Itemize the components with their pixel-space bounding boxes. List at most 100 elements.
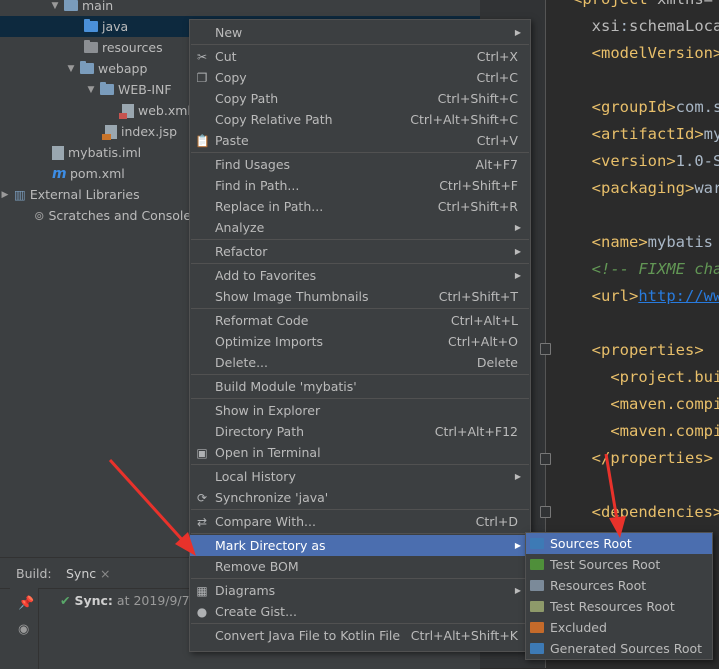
- code-line[interactable]: <dependencies>: [573, 503, 719, 521]
- code-line[interactable]: <groupId>com.so: [573, 98, 719, 116]
- menu-item-copy[interactable]: ❐ Copy Ctrl+C: [190, 67, 530, 88]
- menu-item-add-to-favorites[interactable]: Add to Favorites ▶: [190, 265, 530, 286]
- expand-arrow-icon[interactable]: ▼: [66, 64, 76, 74]
- pin-icon[interactable]: 📌: [18, 596, 34, 611]
- menu-item-mark-directory-as[interactable]: Mark Directory as ▶: [190, 535, 530, 556]
- fold-marker-icon[interactable]: [540, 506, 551, 518]
- menu-item-label: Copy: [215, 70, 247, 85]
- code-line[interactable]: <version>1.0-SN: [573, 152, 719, 170]
- code-line[interactable]: <!-- FIXME chan: [573, 260, 719, 278]
- submenu-item-test-resources-root[interactable]: Test Resources Root: [526, 596, 712, 617]
- copy-icon: ❐: [196, 70, 208, 85]
- menu-item-delete[interactable]: Delete... Delete: [190, 352, 530, 373]
- code-line[interactable]: xsi:schemaLocati: [573, 17, 719, 35]
- menu-item-label: Convert Java File to Kotlin File: [215, 628, 401, 643]
- code-line[interactable]: <maven.compil: [573, 422, 719, 440]
- tree-item-label: mybatis.iml: [68, 145, 142, 160]
- menu-separator: [191, 578, 529, 579]
- menu-item-replace-in-path[interactable]: Replace in Path... Ctrl+Shift+R: [190, 196, 530, 217]
- folder-icon: [530, 580, 544, 591]
- open-in-terminal-icon: ▣: [196, 445, 208, 460]
- menu-item-paste[interactable]: 📋 Paste Ctrl+V: [190, 130, 530, 151]
- menu-item-label: New: [215, 25, 243, 40]
- menu-item-diagrams[interactable]: ▦ Diagrams ▶: [190, 580, 530, 601]
- code-line[interactable]: <packaging>war<: [573, 179, 719, 197]
- menu-item-shortcut: Ctrl+D: [475, 514, 518, 529]
- fold-marker-icon[interactable]: [540, 343, 551, 355]
- menu-item-show-image-thumbnails[interactable]: Show Image Thumbnails Ctrl+Shift+T: [190, 286, 530, 307]
- menu-item-new[interactable]: New ▶: [190, 22, 530, 43]
- context-menu: New ▶ ✂ Cut Ctrl+X ❐ Copy Ctrl+C Copy Path Ctrl+S…: [189, 19, 531, 652]
- scratch-icon: ⊚: [34, 208, 45, 223]
- submenu-item-resources-root[interactable]: Resources Root: [526, 575, 712, 596]
- menu-separator: [191, 533, 529, 534]
- code-line[interactable]: <properties>: [573, 341, 704, 359]
- menu-item-shortcut: Alt+F7: [475, 157, 518, 172]
- menu-item-remove-bom[interactable]: Remove BOM: [190, 556, 530, 577]
- tab-sync[interactable]: Sync: [66, 566, 96, 581]
- code-line[interactable]: <modelVersion>4: [573, 44, 719, 62]
- menu-item-compare-with[interactable]: ⇄ Compare With... Ctrl+D: [190, 511, 530, 532]
- menu-item-shortcut: Delete: [476, 355, 518, 370]
- menu-item-open-in-terminal[interactable]: ▣ Open in Terminal: [190, 442, 530, 463]
- code-line[interactable]: </properties>: [573, 449, 713, 467]
- menu-item-analyze[interactable]: Analyze ▶: [190, 217, 530, 238]
- menu-item-label: Cut: [215, 49, 237, 64]
- tree-item-label: java: [102, 19, 129, 34]
- submenu-item-label: Test Resources Root: [550, 599, 675, 614]
- submenu-item-generated-sources-root[interactable]: Generated Sources Root: [526, 638, 712, 659]
- menu-item-label: Find Usages: [215, 157, 291, 172]
- menu-item-local-history[interactable]: Local History ▶: [190, 466, 530, 487]
- menu-item-optimize-imports[interactable]: Optimize Imports Ctrl+Alt+O: [190, 331, 530, 352]
- menu-item-convert-java-file-to-kotlin-file[interactable]: Convert Java File to Kotlin File Ctrl+Alt…: [190, 625, 530, 646]
- eye-icon[interactable]: ◉: [18, 622, 29, 637]
- menu-item-create-gist[interactable]: ● Create Gist...: [190, 601, 530, 622]
- collapse-arrow-icon[interactable]: ▶: [0, 190, 10, 200]
- menu-item-label: Refactor: [215, 244, 268, 259]
- code-line[interactable]: <artifactId>myb: [573, 125, 719, 143]
- menu-item-copy-path[interactable]: Copy Path Ctrl+Shift+C: [190, 88, 530, 109]
- menu-item-find-usages[interactable]: Find Usages Alt+F7: [190, 154, 530, 175]
- code-line[interactable]: <project.buil: [573, 368, 719, 386]
- menu-item-copy-relative-path[interactable]: Copy Relative Path Ctrl+Alt+Shift+C: [190, 109, 530, 130]
- code-line[interactable]: <url>http://www: [573, 287, 719, 305]
- submenu-arrow-icon: ▶: [514, 223, 521, 232]
- menu-item-label: Add to Favorites: [215, 268, 317, 283]
- menu-item-build-module-mybatis[interactable]: Build Module 'mybatis': [190, 376, 530, 397]
- menu-item-label: Copy Path: [215, 91, 279, 106]
- submenu-arrow-icon: ▶: [514, 472, 521, 481]
- submenu-item-test-sources-root[interactable]: Test Sources Root: [526, 554, 712, 575]
- menu-item-label: Diagrams: [215, 583, 276, 598]
- expand-arrow-icon[interactable]: ▼: [50, 1, 60, 11]
- menu-separator: [191, 239, 529, 240]
- menu-item-cut[interactable]: ✂ Cut Ctrl+X: [190, 46, 530, 67]
- folder-icon: [530, 622, 544, 633]
- cut-icon: ✂: [196, 49, 208, 64]
- menu-item-synchronize-java[interactable]: ⟳ Synchronize 'java': [190, 487, 530, 508]
- menu-item-show-in-explorer[interactable]: Show in Explorer: [190, 400, 530, 421]
- close-tab-icon[interactable]: ×: [100, 566, 110, 581]
- folder-icon: [530, 601, 544, 612]
- menu-item-refactor[interactable]: Refactor ▶: [190, 241, 530, 262]
- code-line[interactable]: <name>mybatis M: [573, 233, 719, 251]
- expand-arrow-icon[interactable]: ▼: [86, 85, 96, 95]
- jsp-file-icon: [102, 124, 117, 140]
- sync-status[interactable]: ✔ Sync: at 2019/9/7 6: [60, 593, 202, 608]
- menu-item-label: Build Module 'mybatis': [215, 379, 357, 394]
- tree-item[interactable]: ▼ main: [0, 0, 480, 16]
- fold-marker-icon[interactable]: [540, 453, 551, 465]
- menu-item-label: Paste: [215, 133, 249, 148]
- submenu-item-excluded[interactable]: Excluded: [526, 617, 712, 638]
- submenu-item-label: Resources Root: [550, 578, 647, 593]
- submenu-item-sources-root[interactable]: Sources Root: [526, 533, 712, 554]
- submenu-arrow-icon: ▶: [514, 28, 521, 37]
- menu-item-shortcut: Ctrl+V: [476, 133, 518, 148]
- menu-item-reformat-code[interactable]: Reformat Code Ctrl+Alt+L: [190, 310, 530, 331]
- diagrams-icon: ▦: [196, 583, 208, 598]
- menu-item-shortcut: Ctrl+Alt+F12: [434, 424, 518, 439]
- code-line[interactable]: <project xmlns=: [573, 0, 713, 8]
- menu-item-find-in-path[interactable]: Find in Path... Ctrl+Shift+F: [190, 175, 530, 196]
- menu-separator: [191, 152, 529, 153]
- code-line[interactable]: <maven.compil: [573, 395, 719, 413]
- menu-item-directory-path[interactable]: Directory Path Ctrl+Alt+F12: [190, 421, 530, 442]
